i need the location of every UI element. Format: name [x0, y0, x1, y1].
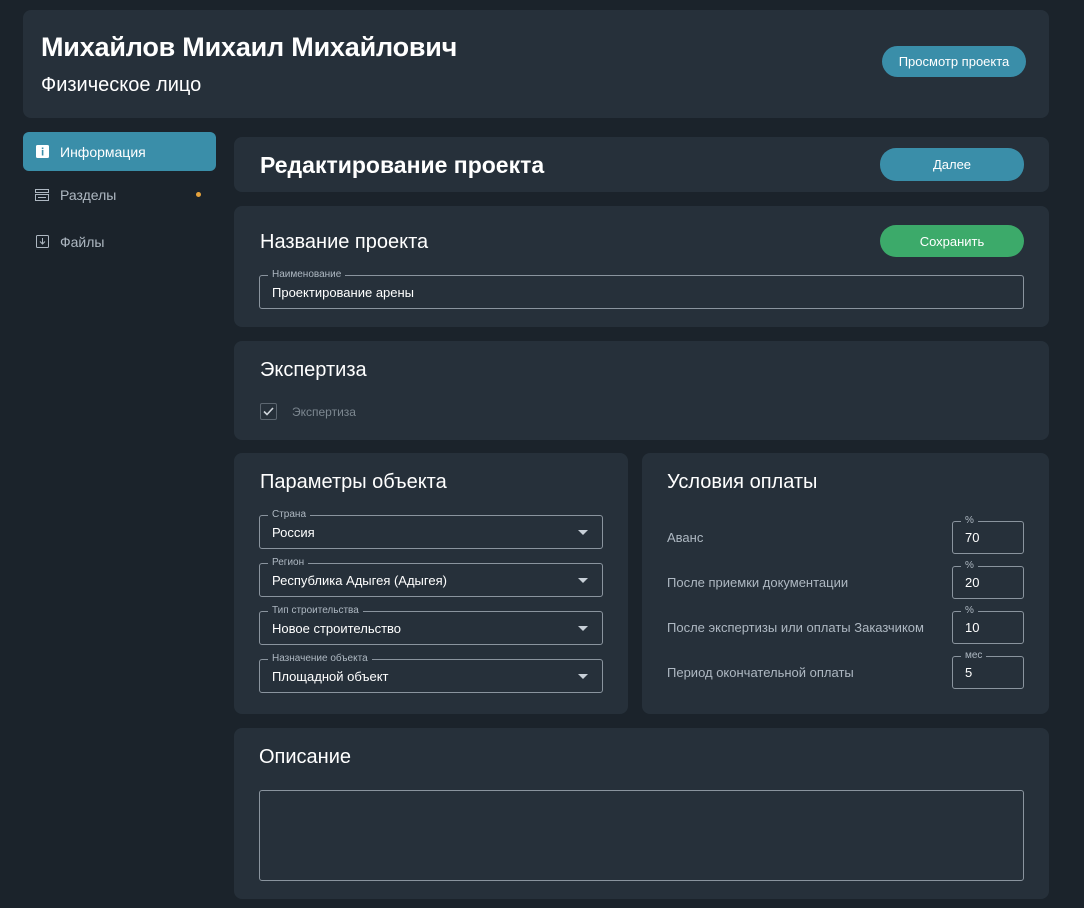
- expertise-checkbox[interactable]: [260, 403, 277, 420]
- notification-dot: [196, 192, 201, 197]
- payment-terms-section: Условия оплаты Аванс % 70 После приемки …: [642, 453, 1049, 714]
- unit-label: мес: [961, 649, 987, 663]
- field-label: Страна: [268, 508, 311, 522]
- field-value: Россия: [272, 524, 315, 540]
- after-acceptance-input[interactable]: % 20: [952, 559, 1024, 599]
- construction-type-select[interactable]: Тип строительства Новое строительство: [259, 604, 603, 645]
- payment-label: Период окончательной оплаты: [667, 665, 854, 680]
- field-value: 5: [965, 665, 973, 680]
- section-title: Параметры объекта: [260, 471, 447, 493]
- project-name-field[interactable]: Наименование Проектирование арены: [259, 268, 1024, 309]
- section-title: Название проекта: [260, 231, 429, 253]
- next-button[interactable]: Далее: [880, 148, 1024, 181]
- payment-label: После экспертизы или оплаты Заказчиком: [667, 620, 924, 635]
- field-label: Назначение объекта: [268, 652, 372, 666]
- section-title: Описание: [259, 746, 352, 768]
- profile-header: Михайлов Михаил Михайлович Физическое ли…: [23, 10, 1049, 118]
- description-section: Описание: [234, 728, 1049, 899]
- field-value: Площадной объект: [272, 668, 389, 684]
- description-textarea[interactable]: [259, 790, 1024, 881]
- info-icon: [35, 145, 49, 159]
- sidebar-item-sections[interactable]: Разделы: [23, 175, 216, 214]
- chevron-down-icon: [578, 578, 588, 583]
- sidebar-item-label: Разделы: [60, 186, 117, 203]
- region-select[interactable]: Регион Республика Адыгея (Адыгея): [259, 556, 603, 597]
- download-icon: [35, 235, 49, 249]
- section-title: Условия оплаты: [667, 471, 818, 493]
- sidebar-item-label: Файлы: [60, 233, 105, 250]
- page-title: Редактирование проекта: [260, 152, 545, 178]
- field-label: Тип строительства: [268, 604, 363, 618]
- view-project-button[interactable]: Просмотр проекта: [882, 46, 1026, 77]
- payment-label: Аванс: [667, 530, 704, 545]
- field-value: Республика Адыгея (Адыгея): [272, 572, 447, 588]
- section-title: Экспертиза: [260, 359, 367, 381]
- user-type: Физическое лицо: [41, 74, 202, 96]
- after-expertise-input[interactable]: % 10: [952, 604, 1024, 644]
- chevron-down-icon: [578, 626, 588, 631]
- checkbox-label: Экспертиза: [292, 405, 356, 419]
- object-purpose-select[interactable]: Назначение объекта Площадной объект: [259, 652, 603, 693]
- field-value: Проектирование арены: [272, 284, 415, 300]
- unit-label: %: [961, 604, 978, 618]
- project-name-section: Название проекта Сохранить Наименование …: [234, 206, 1049, 327]
- edit-project-bar: Редактирование проекта Далее: [234, 137, 1049, 192]
- field-label: Наименование: [268, 268, 346, 282]
- country-select[interactable]: Страна Россия: [259, 508, 603, 549]
- user-name: Михайлов Михаил Михайлович: [41, 32, 458, 62]
- sidebar-item-files[interactable]: Файлы: [23, 222, 216, 261]
- chevron-down-icon: [578, 674, 588, 679]
- expertise-section: Экспертиза Экспертиза: [234, 341, 1049, 440]
- field-value: 20: [965, 575, 980, 590]
- unit-label: %: [961, 514, 978, 528]
- field-value: Новое строительство: [272, 620, 402, 636]
- check-icon: [263, 407, 274, 416]
- field-value: 10: [965, 620, 980, 635]
- object-params-section: Параметры объекта Страна Россия Регион Р…: [234, 453, 628, 714]
- save-button[interactable]: Сохранить: [880, 225, 1024, 257]
- chevron-down-icon: [578, 530, 588, 535]
- field-value: 70: [965, 530, 980, 545]
- sidebar-item-label: Информация: [60, 143, 146, 160]
- sections-icon: [35, 188, 49, 202]
- advance-input[interactable]: % 70: [952, 514, 1024, 554]
- field-label: Регион: [268, 556, 309, 570]
- unit-label: %: [961, 559, 978, 573]
- final-payment-period-input[interactable]: мес 5: [952, 649, 1024, 689]
- sidebar-item-info[interactable]: Информация: [23, 132, 216, 171]
- payment-label: После приемки документации: [667, 575, 849, 590]
